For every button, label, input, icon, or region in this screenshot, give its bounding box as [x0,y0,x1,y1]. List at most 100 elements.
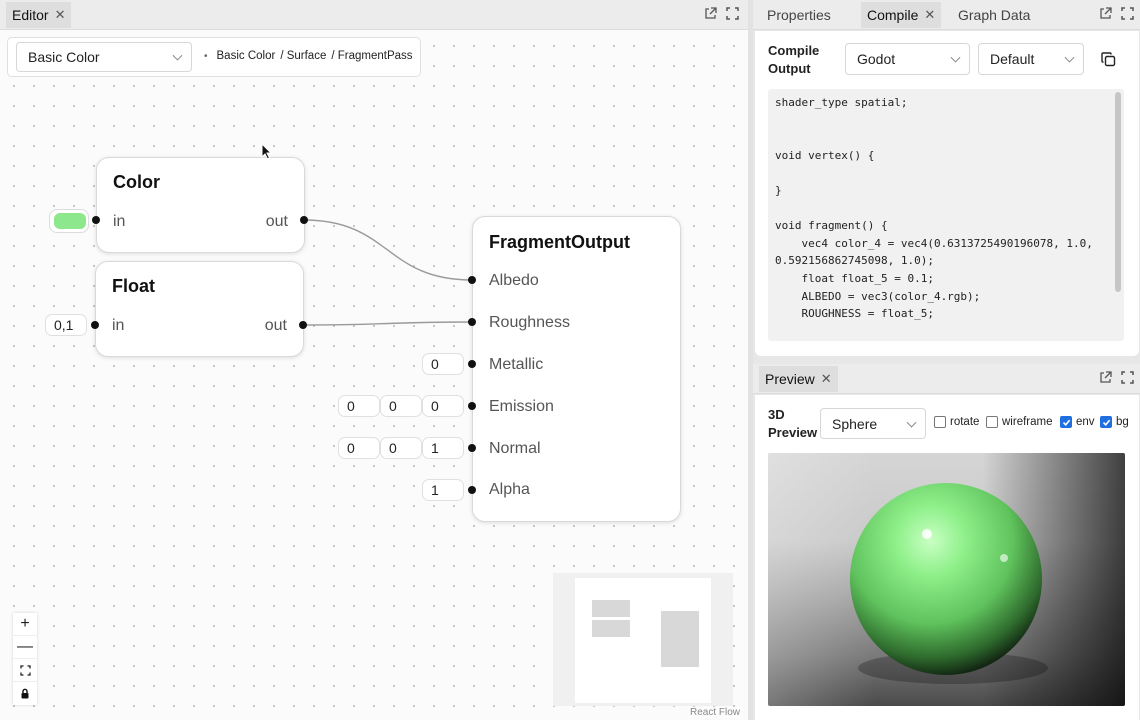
compile-output-label-line: Compile [768,43,820,58]
zoom-in-button[interactable]: + [13,613,37,636]
copy-button[interactable] [1094,45,1122,73]
port-roughness-label: Roughness [489,314,570,331]
tab-graph-data[interactable]: Graph Data [952,2,1036,28]
port-emission-label: Emission [489,398,554,415]
graph-canvas[interactable]: Basic Color • Basic Color / Surface / Fr… [0,30,748,720]
float-in-handle[interactable] [91,321,99,329]
tab-graph-data-label: Graph Data [958,7,1031,23]
normal-z-input[interactable]: 1 [422,437,464,459]
popout-icon[interactable] [1099,7,1112,20]
emission-y-input[interactable]: 0 [380,395,422,417]
fit-view-icon [19,664,31,676]
checkbox-box[interactable] [986,416,998,428]
color-node[interactable]: Color in out [96,157,305,253]
lock-button[interactable] [13,682,37,705]
lock-icon [21,688,29,699]
roughness-handle[interactable] [468,318,476,326]
3d-preview-viewport[interactable] [768,453,1125,706]
chevron-down-icon [906,417,917,428]
checkbox-box[interactable] [1100,416,1112,428]
preview-sphere-highlight [1000,554,1008,562]
emission-handle[interactable] [468,402,476,410]
port-alpha-label: Alpha [489,481,530,498]
editor-tabbar: Editor ✕ [0,0,748,30]
bg-checkbox[interactable]: bg [1100,416,1129,428]
minimap[interactable] [553,573,733,706]
normal-y-input[interactable]: 0 [380,437,422,459]
tab-properties[interactable]: Properties [761,2,837,28]
port-out-label: out [265,213,288,230]
preview-label-line: 3D [768,407,785,422]
target-select[interactable]: Godot [845,43,970,75]
color-swatch[interactable] [49,209,89,233]
close-icon[interactable]: ✕ [924,7,935,23]
edge-float-to-roughness [302,321,473,326]
normal-x-input[interactable]: 0 [338,437,380,459]
port-in-label: in [112,317,125,334]
shape-select-value: Sphere [832,415,878,432]
right-tabbar: Properties Compile ✕ Graph Data [753,0,1140,30]
rotate-checkbox[interactable]: rotate [934,416,979,428]
normal-handle[interactable] [468,444,476,452]
fragment-output-node[interactable]: FragmentOutput Albedo Roughness Metallic… [472,216,681,522]
metallic-handle[interactable] [468,360,476,368]
zoom-controls: + — [13,613,37,705]
preview-sphere [850,483,1042,675]
node-title: Color [113,172,160,192]
port-out-label: out [264,317,287,334]
code-scrollbar[interactable] [1115,92,1121,292]
alpha-handle[interactable] [468,486,476,494]
node-title: FragmentOutput [489,232,630,252]
float-out-handle[interactable] [299,321,307,329]
fit-view-button[interactable] [13,659,37,682]
preview-label-line: Preview [768,425,818,440]
node-title: Float [112,276,155,296]
emission-z-input[interactable]: 0 [422,395,464,417]
maximize-icon[interactable] [726,7,739,20]
color-in-handle[interactable] [92,216,100,224]
float-value-input[interactable]: 0,1 [45,314,87,336]
tab-compile[interactable]: Compile ✕ [861,2,942,28]
port-metallic-label: Metallic [489,356,544,373]
tab-compile-label: Compile [867,7,919,23]
port-normal-label: Normal [489,440,541,457]
alpha-input[interactable]: 1 [422,479,464,501]
target-select-value: Godot [857,51,896,67]
zoom-out-button[interactable]: — [13,636,37,659]
chevron-down-icon [1064,52,1075,63]
albedo-handle[interactable] [468,276,476,284]
checkbox-box[interactable] [934,416,946,428]
panel-splitter[interactable] [748,0,753,720]
editor-panel: Editor ✕ Basic Color • Basic Color / Sur… [0,0,748,720]
react-flow-attribution[interactable]: React Flow [687,707,742,718]
compiled-code-text: shader_type spatial; void vertex() { } v… [775,96,1093,321]
tab-editor[interactable]: Editor ✕ [6,2,72,28]
maximize-icon[interactable] [1121,371,1134,384]
emission-x-input[interactable]: 0 [338,395,380,417]
close-icon[interactable]: ✕ [821,371,832,387]
port-in-label: in [113,213,126,230]
minimap-node [592,620,630,637]
compiled-code-view[interactable]: shader_type spatial; void vertex() { } v… [768,89,1124,341]
close-icon[interactable]: ✕ [55,7,66,23]
maximize-icon[interactable] [1121,7,1134,20]
shape-select[interactable]: Sphere [820,408,926,439]
profile-select[interactable]: Default [978,43,1084,75]
wireframe-checkbox[interactable]: wireframe [986,416,1052,428]
popout-icon[interactable] [1099,371,1112,384]
port-albedo-label: Albedo [489,272,539,289]
check-icon [1102,419,1110,426]
env-checkbox[interactable]: env [1060,416,1095,428]
popout-icon[interactable] [704,7,717,20]
float-node[interactable]: Float in out [95,261,304,357]
preview-scene [768,453,1125,706]
color-out-handle[interactable] [300,216,308,224]
preview-sphere-highlight [922,529,932,539]
mouse-cursor-icon [261,143,273,160]
profile-select-value: Default [990,51,1035,67]
tab-preview[interactable]: Preview ✕ [759,366,838,392]
metallic-input[interactable]: 0 [422,353,464,375]
checkbox-box[interactable] [1060,416,1072,428]
preview-label: 3D Preview [768,406,817,442]
tab-preview-label: Preview [765,371,815,387]
